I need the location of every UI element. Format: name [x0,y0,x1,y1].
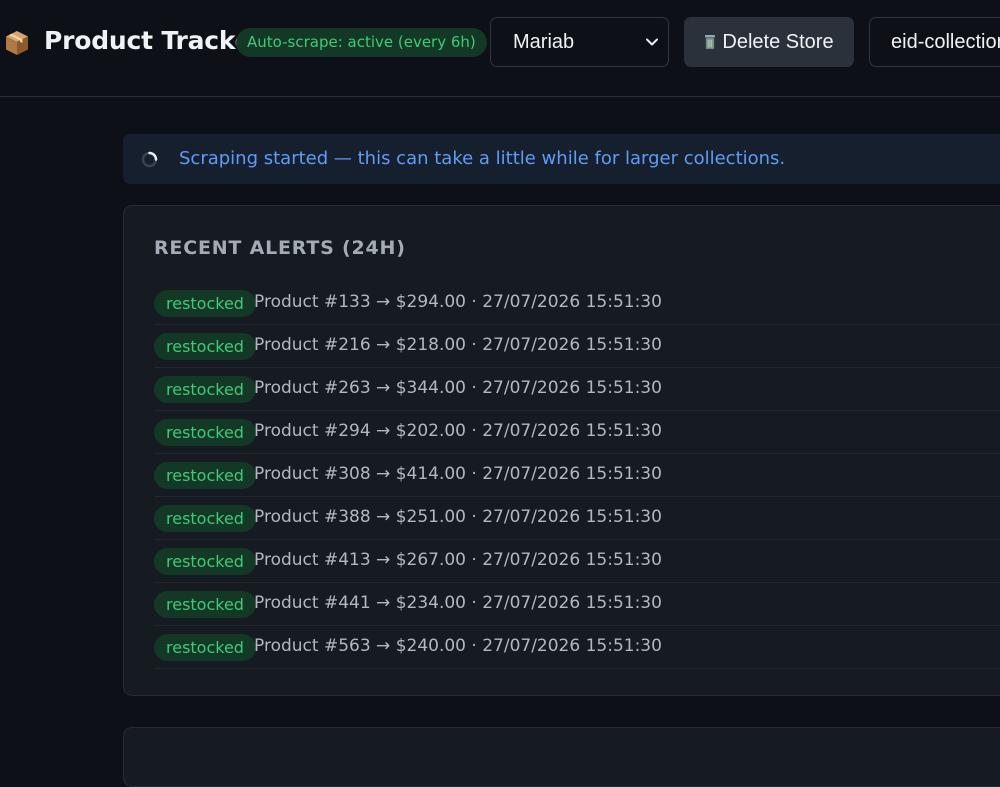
alert-text: Product #308 → $414.00 · 27/07/2026 15:5… [254,464,662,484]
alert-text: Product #294 → $202.00 · 27/07/2026 15:5… [254,421,662,441]
alert-row: restocked Product #294 → $202.00 · 27/07… [154,411,1000,454]
alert-row: restocked Product #413 → $267.00 · 27/07… [154,540,1000,583]
alert-status-badge: restocked [154,548,256,575]
alert-status-badge: restocked [154,376,256,403]
alert-status-badge: restocked [154,591,256,618]
alert-text: Product #263 → $344.00 · 27/07/2026 15:5… [254,378,662,398]
alert-status-badge: restocked [154,333,256,360]
alert-status-badge: restocked [154,505,256,532]
alert-row: restocked Product #308 → $414.00 · 27/07… [154,454,1000,497]
package-icon [6,31,28,55]
alert-row: restocked Product #263 → $344.00 · 27/07… [154,368,1000,411]
trash-icon [705,35,716,49]
next-section-card [123,727,1000,787]
scraping-info-banner: Scraping started — this can take a littl… [123,134,1000,184]
alert-status-badge: restocked [154,419,256,446]
alert-text: Product #441 → $234.00 · 27/07/2026 15:5… [254,593,662,613]
chevron-down-icon [646,38,658,46]
alert-status-badge: restocked [154,462,256,489]
loading-spinner-icon [141,151,158,168]
alert-text: Product #388 → $251.00 · 27/07/2026 15:5… [254,507,662,527]
store-select-value: Mariab [513,31,575,53]
app-header: Product Tracker Auto-scrape: active (eve… [0,0,1000,97]
alert-row: restocked Product #216 → $218.00 · 27/07… [154,325,1000,368]
recent-alerts-title: RECENT ALERTS (24H) [154,237,406,259]
store-select[interactable]: Mariab [490,17,669,67]
alert-row: restocked Product #563 → $240.00 · 27/07… [154,626,1000,669]
delete-store-label: Delete Store [722,30,834,53]
alert-text: Product #216 → $218.00 · 27/07/2026 15:5… [254,335,662,355]
recent-alerts-card: RECENT ALERTS (24H) restocked Product #1… [123,205,1000,696]
alert-text: Product #563 → $240.00 · 27/07/2026 15:5… [254,636,662,656]
collection-input[interactable] [869,17,1000,67]
alert-list: restocked Product #133 → $294.00 · 27/07… [154,282,1000,669]
alert-row: restocked Product #441 → $234.00 · 27/07… [154,583,1000,626]
alert-status-badge: restocked [154,634,256,661]
alert-row: restocked Product #388 → $251.00 · 27/07… [154,497,1000,540]
delete-store-button[interactable]: Delete Store [684,17,854,67]
alert-row: restocked Product #133 → $294.00 · 27/07… [154,282,1000,325]
alert-text: Product #133 → $294.00 · 27/07/2026 15:5… [254,292,662,312]
auto-scrape-status-badge: Auto-scrape: active (every 6h) [236,28,487,57]
app-title: Product Tracker [44,26,264,55]
alert-status-badge: restocked [154,290,256,317]
info-banner-text: Scraping started — this can take a littl… [179,148,786,169]
alert-text: Product #413 → $267.00 · 27/07/2026 15:5… [254,550,662,570]
